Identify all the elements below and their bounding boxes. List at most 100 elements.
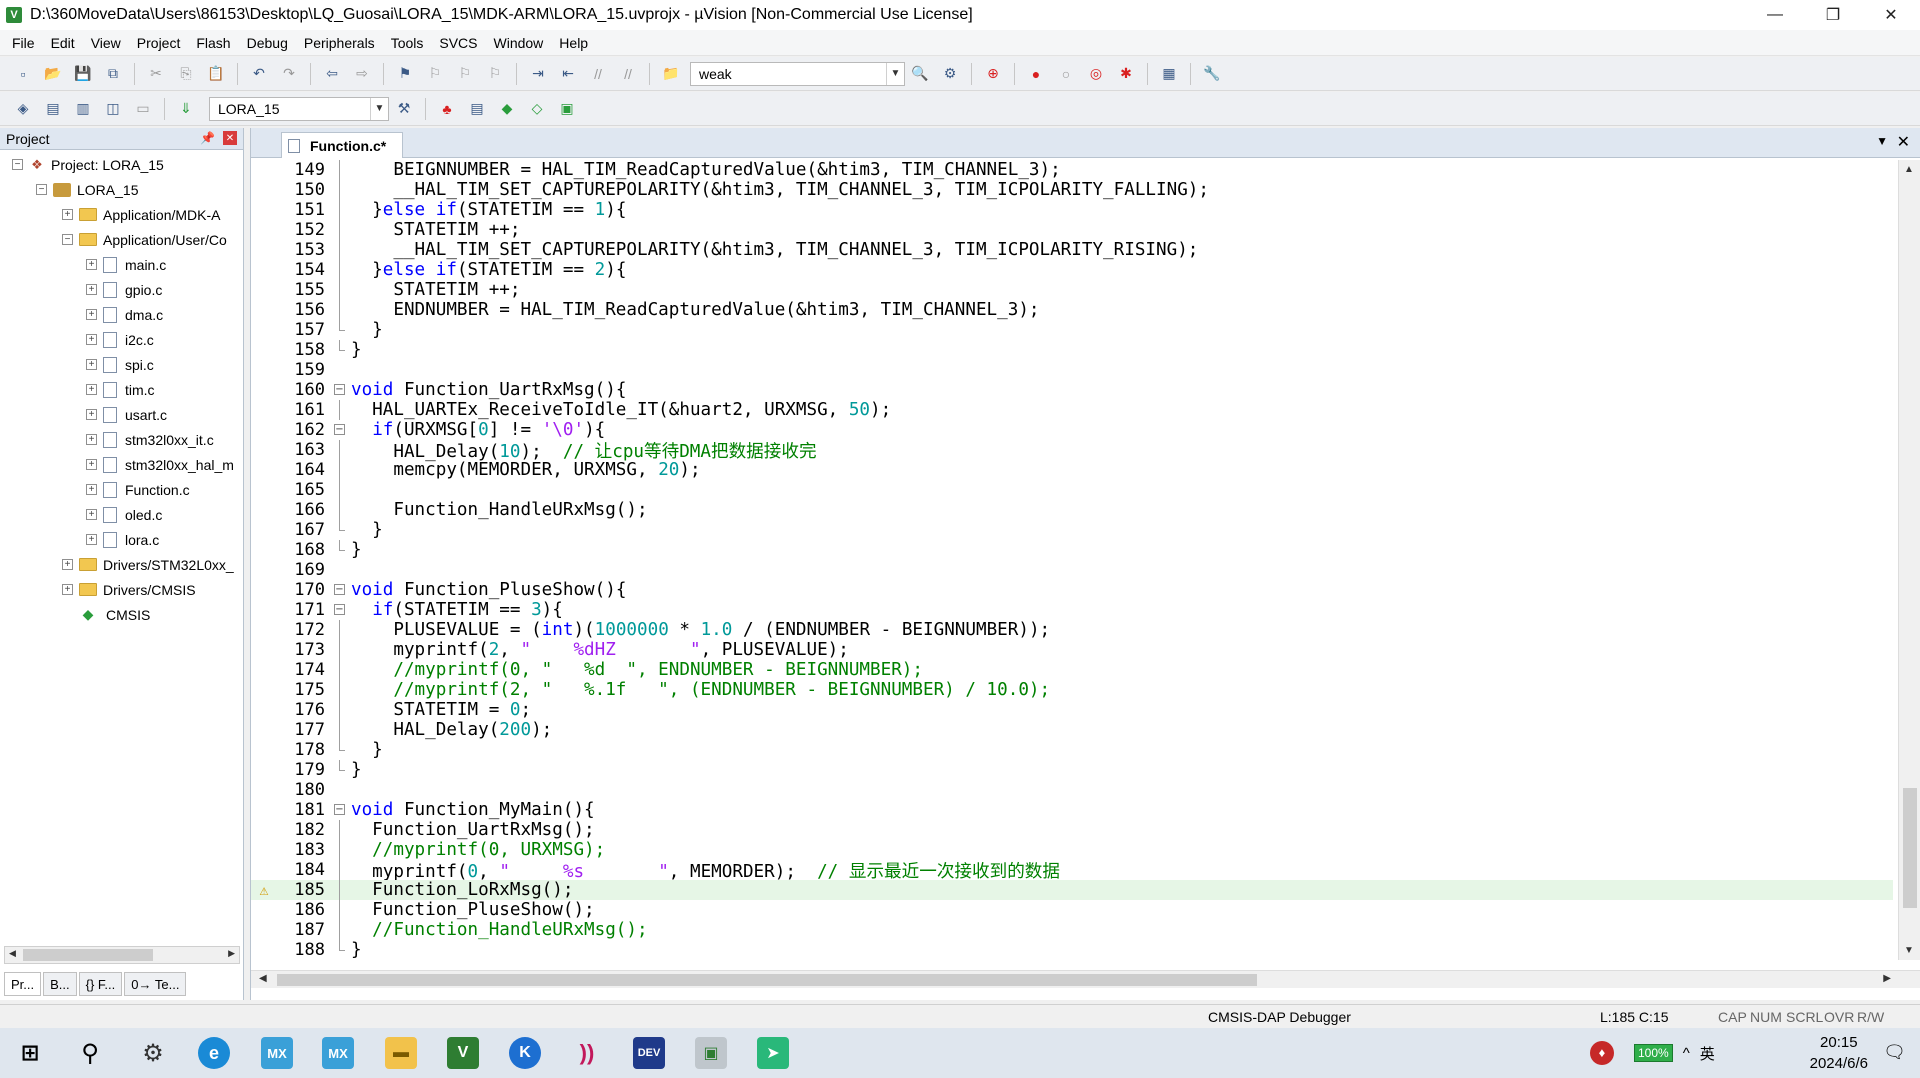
expand-icon[interactable]: + — [86, 359, 97, 370]
code-text[interactable]: //myprintf(0, " %d ", ENDNUMBER - BEIGNN… — [351, 660, 923, 680]
insert-breakpoint-icon[interactable]: ● — [1025, 63, 1047, 85]
code-text[interactable]: } — [351, 340, 362, 360]
menu-debug[interactable]: Debug — [239, 35, 296, 51]
expand-icon[interactable]: + — [86, 534, 97, 545]
scroll-right-icon[interactable]: ▶ — [1883, 973, 1891, 984]
paste-icon[interactable]: 📋 — [205, 63, 227, 85]
code-text[interactable]: void Function_PluseShow(){ — [351, 580, 626, 600]
configure-icon[interactable]: 🔧 — [1201, 63, 1223, 85]
code-text[interactable]: myprintf(0, " %s ", MEMORDER); // 显示最近一次… — [351, 858, 1060, 883]
disable-breakpoints-icon[interactable]: ◎ — [1085, 63, 1107, 85]
chevron-down-icon[interactable]: ▼ — [370, 97, 388, 120]
copy-icon[interactable]: ⎘ — [175, 63, 197, 85]
menu-peripherals[interactable]: Peripherals — [296, 35, 383, 51]
code-text[interactable]: //Function_HandleURxMsg(); — [351, 920, 647, 940]
rss-icon[interactable]: )) — [571, 1037, 603, 1069]
expand-icon[interactable]: + — [86, 284, 97, 295]
code-text[interactable]: HAL_Delay(10); // 让cpu等待DMA把数据接收完 — [351, 438, 816, 463]
code-line[interactable]: 158} — [251, 340, 1893, 360]
tree-file[interactable]: + oled.c — [0, 502, 243, 527]
expand-icon[interactable]: + — [86, 459, 97, 470]
tab-functions[interactable]: {} F... — [78, 972, 123, 996]
settings-icon[interactable]: ⚙ — [137, 1037, 169, 1069]
code-text[interactable]: if(STATETIM == 3){ — [351, 600, 563, 620]
expand-icon[interactable]: + — [86, 509, 97, 520]
code-text[interactable]: STATETIM = 0; — [351, 700, 531, 720]
scroll-down-icon[interactable]: ▼ — [1904, 945, 1914, 956]
collapse-icon[interactable]: − — [36, 184, 47, 195]
expand-icon[interactable]: + — [86, 334, 97, 345]
project-hscrollbar[interactable]: ◀ ▶ — [4, 946, 240, 964]
code-text[interactable]: }else if(STATETIM == 2){ — [351, 260, 626, 280]
code-line[interactable]: 181− void Function_MyMain(){ — [251, 800, 1893, 820]
notification-icon[interactable]: 🗨 — [1883, 1042, 1906, 1063]
code-line[interactable]: 159 — [251, 360, 1893, 380]
code-line[interactable]: 170− void Function_PluseShow(){ — [251, 580, 1893, 600]
select-packs-icon[interactable]: ◆ — [496, 98, 518, 120]
close-icon[interactable]: ✕ — [223, 131, 237, 145]
find-combo[interactable]: weak ▼ — [690, 61, 905, 86]
scroll-thumb[interactable] — [23, 949, 153, 961]
code-line[interactable]: 174 //myprintf(0, " %d ", ENDNUMBER - BE… — [251, 660, 1893, 680]
save-icon[interactable]: 💾 — [72, 63, 94, 85]
tree-target[interactable]: − LORA_15 — [0, 177, 243, 202]
code-text[interactable]: myprintf(2, " %dHZ ", PLUSEVALUE); — [351, 640, 849, 660]
scroll-left-icon[interactable]: ◀ — [259, 973, 267, 984]
scroll-up-icon[interactable]: ▲ — [1904, 164, 1914, 175]
feishu-icon[interactable]: ➤ — [757, 1037, 789, 1069]
code-text[interactable]: PLUSEVALUE = (int)(1000000 * 1.0 / (ENDN… — [351, 620, 1050, 640]
code-line[interactable]: 167 } — [251, 520, 1893, 540]
code-line[interactable]: 169 — [251, 560, 1893, 580]
expand-icon[interactable]: + — [62, 584, 73, 595]
window-layout-icon[interactable]: ▦ — [1158, 63, 1180, 85]
scroll-thumb[interactable] — [1903, 788, 1917, 908]
translate-icon[interactable]: ◈ — [12, 98, 34, 120]
menu-window[interactable]: Window — [486, 35, 552, 51]
code-line[interactable]: 177 HAL_Delay(200); — [251, 720, 1893, 740]
code-line[interactable]: 172 PLUSEVALUE = (int)(1000000 * 1.0 / (… — [251, 620, 1893, 640]
tree-file[interactable]: + usart.c — [0, 402, 243, 427]
comment-icon[interactable]: // — [587, 63, 609, 85]
code-line[interactable]: 186 Function_PluseShow(); — [251, 900, 1893, 920]
uncomment-icon[interactable]: // — [617, 63, 639, 85]
tree-file[interactable]: + gpio.c — [0, 277, 243, 302]
expand-icon[interactable]: + — [86, 484, 97, 495]
navigate-back-icon[interactable]: ⇦ — [321, 63, 343, 85]
code-text[interactable]: Function_LoRxMsg(); — [351, 880, 573, 900]
find-in-files-icon[interactable]: 📁 — [660, 63, 682, 85]
code-line[interactable]: 155 STATETIM ++; — [251, 280, 1893, 300]
undo-icon[interactable]: ↶ — [248, 63, 270, 85]
code-line[interactable]: 163 HAL_Delay(10); // 让cpu等待DMA把数据接收完 — [251, 438, 1893, 463]
code-text[interactable]: HAL_Delay(200); — [351, 720, 552, 740]
scroll-left-icon[interactable]: ◀ — [9, 948, 16, 959]
code-line[interactable]: 165 — [251, 480, 1893, 500]
manage-components-icon[interactable]: ♣ — [436, 98, 458, 120]
fold-toggle-icon[interactable]: − — [325, 600, 351, 620]
code-text[interactable]: } — [351, 760, 362, 780]
battery-indicator[interactable]: 100% — [1634, 1044, 1673, 1062]
ime-indicator[interactable]: 英 — [1700, 1043, 1715, 1064]
tree-file[interactable]: + dma.c — [0, 302, 243, 327]
save-all-icon[interactable]: ⧉ — [102, 63, 124, 85]
code-text[interactable]: BEIGNNUMBER = HAL_TIM_ReadCapturedValue(… — [351, 160, 1060, 180]
code-line[interactable]: 150 __HAL_TIM_SET_CAPTUREPOLARITY(&htim3… — [251, 180, 1893, 200]
tree-file[interactable]: + main.c — [0, 252, 243, 277]
unindent-icon[interactable]: ⇤ — [557, 63, 579, 85]
code-line[interactable]: 152 STATETIM ++; — [251, 220, 1893, 240]
tree-project-root[interactable]: − ❖ Project: LORA_15 — [0, 152, 243, 177]
minimize-button[interactable]: — — [1746, 0, 1804, 30]
find-icon[interactable]: 🔍 — [909, 63, 931, 85]
batch-build-icon[interactable]: ◫ — [102, 98, 124, 120]
indent-icon[interactable]: ⇥ — [527, 63, 549, 85]
code-text[interactable]: memcpy(MEMORDER, URXMSG, 20); — [351, 460, 700, 480]
code-text[interactable]: } — [351, 940, 362, 960]
code-line[interactable]: 179} — [251, 760, 1893, 780]
fold-toggle-icon[interactable]: − — [325, 380, 351, 400]
tree-group[interactable]: − Application/User/Co — [0, 227, 243, 252]
code-line[interactable]: 176 STATETIM = 0; — [251, 700, 1893, 720]
tree-file[interactable]: + i2c.c — [0, 327, 243, 352]
editor-hscrollbar[interactable]: ◀ ▶ — [251, 970, 1920, 988]
code-line[interactable]: 160− void Function_UartRxMsg(){ — [251, 380, 1893, 400]
code-line[interactable]: 151 }else if(STATETIM == 1){ — [251, 200, 1893, 220]
scroll-right-icon[interactable]: ▶ — [228, 948, 235, 959]
